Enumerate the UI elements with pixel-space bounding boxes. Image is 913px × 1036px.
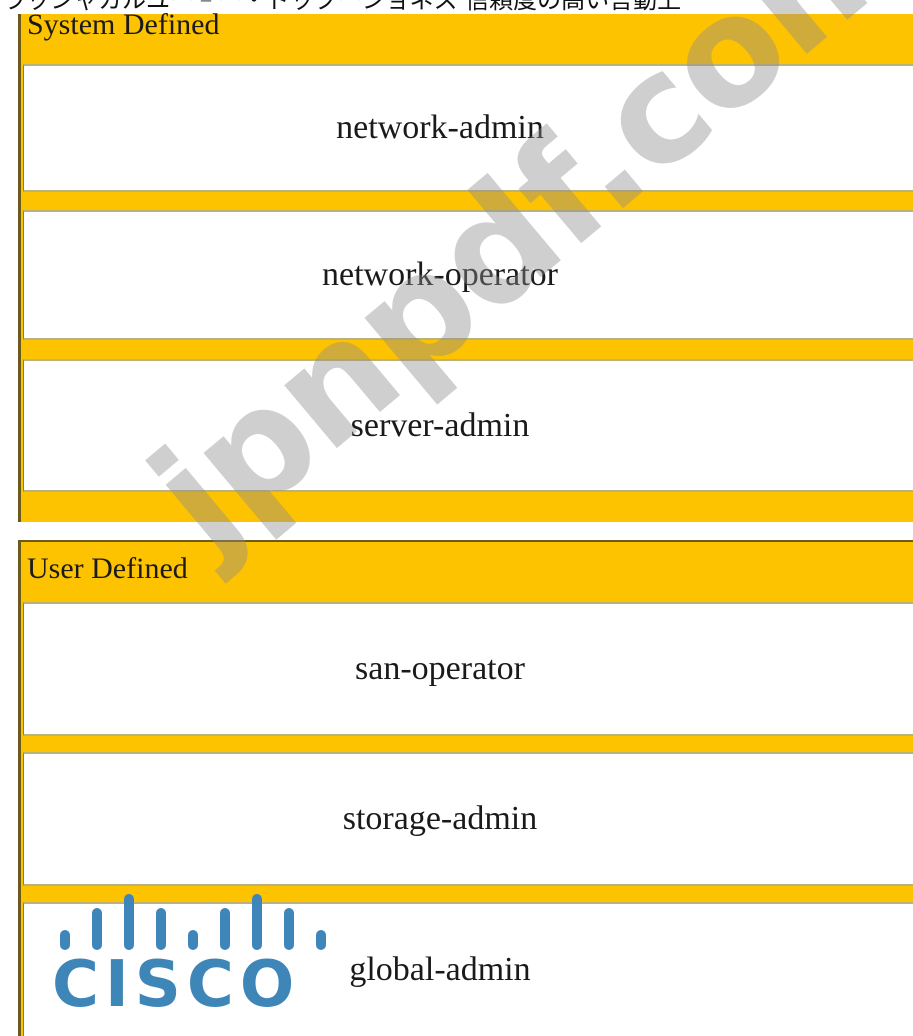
role-server-admin[interactable]: server-admin — [23, 359, 913, 492]
page: ラッシャカルユー゠ー・ドックーショネス 信頼度の高い言動上 System Def… — [0, 0, 913, 1036]
role-label: global-admin — [349, 951, 531, 988]
role-san-operator[interactable]: san-operator — [23, 602, 913, 736]
system-defined-header: System Defined — [27, 8, 220, 41]
role-label: san-operator — [355, 650, 525, 687]
user-defined-header: User Defined — [27, 552, 188, 585]
role-network-operator[interactable]: network-operator — [23, 210, 913, 340]
role-global-admin[interactable]: global-admin — [23, 902, 913, 1036]
role-storage-admin[interactable]: storage-admin — [23, 752, 913, 886]
system-defined-panel: System Defined network-admin network-ope… — [18, 8, 913, 522]
role-label: storage-admin — [342, 800, 538, 837]
role-label: network-operator — [321, 256, 558, 293]
role-label: server-admin — [350, 406, 530, 444]
user-defined-panel: User Defined san-operator storage-admin … — [18, 540, 913, 1036]
role-label: network-admin — [336, 109, 544, 146]
role-network-admin[interactable]: network-admin — [23, 64, 913, 192]
